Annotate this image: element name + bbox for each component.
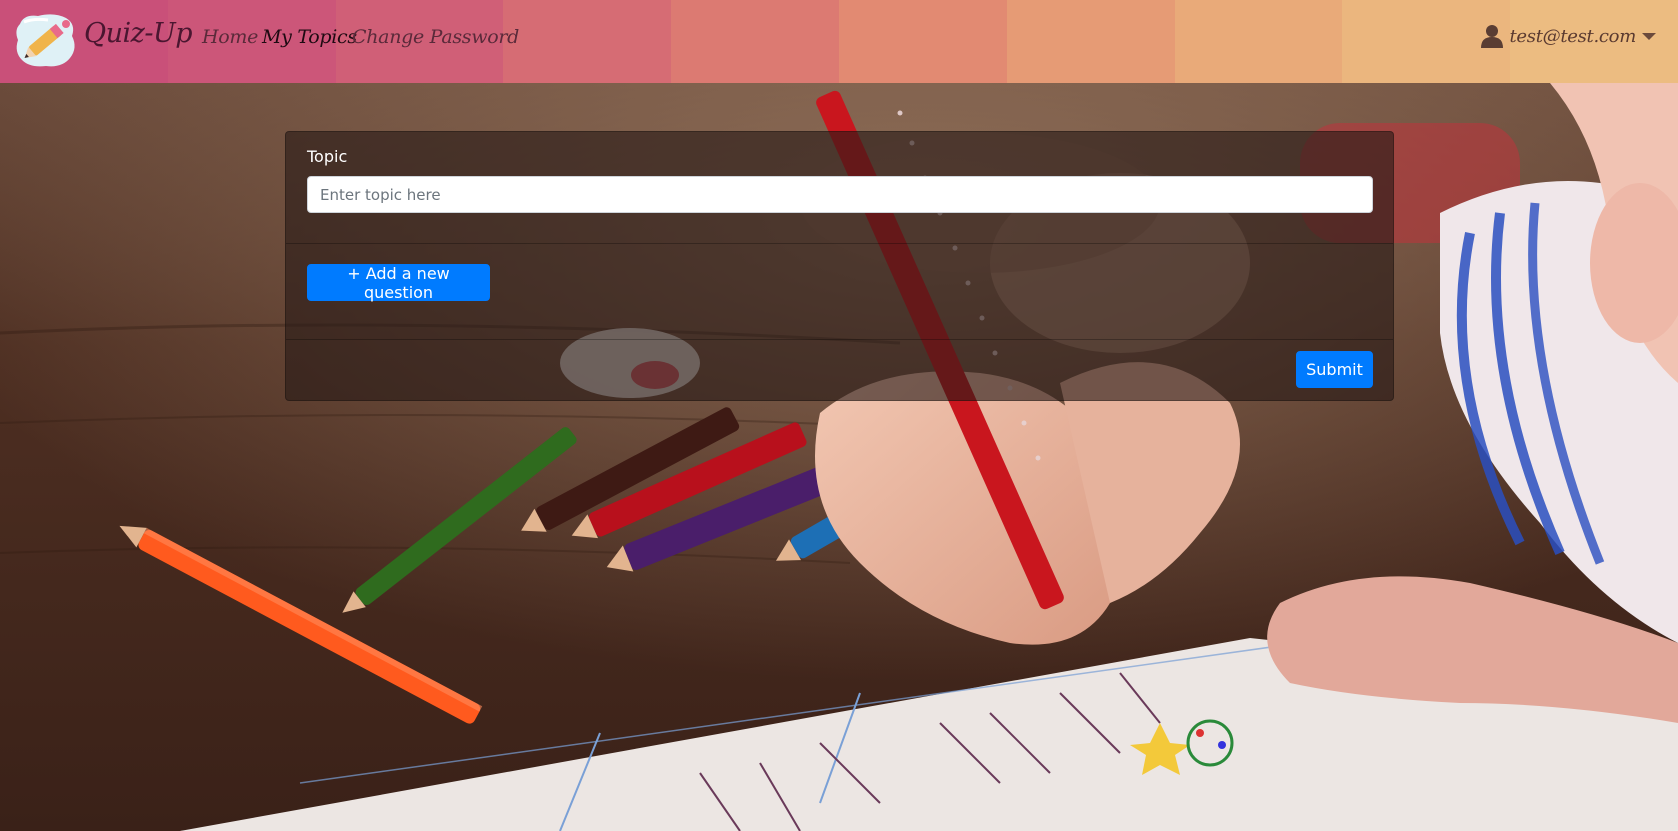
form-footer: Submit	[286, 339, 1393, 402]
top-navbar: Quiz-Up Home My Topics Change Password t…	[0, 0, 1678, 83]
questions-section: + Add a new question	[286, 243, 1393, 340]
nav-link-home[interactable]: Home	[202, 26, 258, 48]
brand-logo-icon[interactable]	[14, 10, 78, 70]
nav-link-change-password[interactable]: Change Password	[352, 26, 519, 48]
topic-section: Topic	[286, 132, 1393, 244]
topic-label: Topic	[307, 147, 348, 166]
brand-name[interactable]: Quiz-Up	[84, 18, 193, 49]
chevron-down-icon	[1642, 32, 1656, 40]
navbar-stripe	[503, 0, 672, 83]
navbar-stripe	[1006, 0, 1175, 83]
navbar-stripe	[1174, 0, 1343, 83]
submit-button[interactable]: Submit	[1296, 351, 1373, 388]
add-question-button[interactable]: + Add a new question	[307, 264, 490, 302]
user-icon	[1481, 25, 1504, 48]
navbar-stripe	[671, 0, 839, 83]
user-menu-dropdown[interactable]: test@test.com	[1481, 24, 1656, 48]
user-email: test@test.com	[1509, 25, 1636, 47]
topic-input[interactable]	[307, 176, 1373, 213]
nav-link-my-topics[interactable]: My Topics	[262, 26, 357, 48]
navbar-stripe	[838, 0, 1007, 83]
topic-form-card: Topic + Add a new question Submit	[285, 131, 1394, 401]
